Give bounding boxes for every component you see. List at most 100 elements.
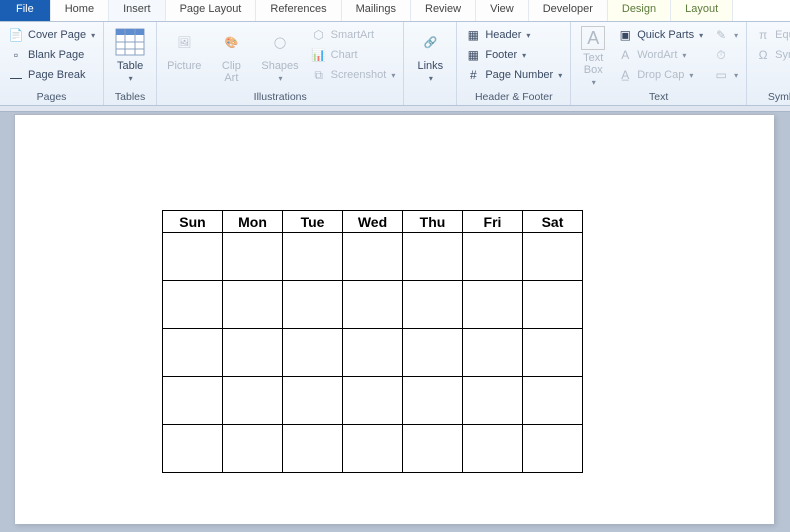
calendar-table[interactable]: Sun Mon Tue Wed Thu Fri Sat: [162, 210, 583, 473]
calendar-cell[interactable]: [163, 377, 223, 425]
calendar-cell[interactable]: [463, 329, 523, 377]
calendar-header-cell[interactable]: Fri: [463, 211, 523, 233]
dropdown-icon: ▾: [558, 71, 562, 80]
picture-button[interactable]: 🖼Picture: [163, 26, 205, 72]
group-pages: 📄Cover Page▾ ▫Blank Page ⎼Page Break Pag…: [0, 22, 104, 105]
symbol-button[interactable]: ΩSymbol▾: [753, 46, 790, 64]
document-page[interactable]: Sun Mon Tue Wed Thu Fri Sat: [14, 114, 774, 524]
calendar-cell[interactable]: [163, 329, 223, 377]
shapes-button[interactable]: ◯Shapes▾: [257, 26, 302, 83]
dropdown-icon: ▾: [279, 74, 283, 83]
group-symbols: πEquation ΩSymbol▾ Symbols: [747, 22, 790, 105]
calendar-cell[interactable]: [223, 377, 283, 425]
tab-home[interactable]: Home: [51, 0, 109, 21]
tab-layout[interactable]: Layout: [671, 0, 733, 21]
tab-view[interactable]: View: [476, 0, 529, 21]
calendar-cell[interactable]: [463, 281, 523, 329]
calendar-cell[interactable]: [223, 233, 283, 281]
ruler: [0, 106, 790, 112]
drop-cap-button[interactable]: A̲Drop Cap▾: [615, 66, 705, 84]
calendar-header-cell[interactable]: Sun: [163, 211, 223, 233]
calendar-cell[interactable]: [283, 233, 343, 281]
text-box-button[interactable]: AText Box▾: [577, 26, 609, 87]
calendar-cell[interactable]: [343, 425, 403, 473]
header-button[interactable]: ▦Header▾: [463, 26, 564, 44]
date-time-button[interactable]: ⏱: [711, 46, 740, 64]
wordart-button[interactable]: AWordArt▾: [615, 46, 705, 64]
symbol-icon: Ω: [755, 47, 771, 63]
calendar-header-cell[interactable]: Thu: [403, 211, 463, 233]
calendar-cell[interactable]: [343, 233, 403, 281]
tab-mailings[interactable]: Mailings: [342, 0, 411, 21]
group-symbols-label: Symbols: [753, 90, 790, 104]
tab-review[interactable]: Review: [411, 0, 476, 21]
object-button[interactable]: ▭▾: [711, 66, 740, 84]
calendar-cell[interactable]: [283, 281, 343, 329]
chart-button[interactable]: 📊Chart: [309, 46, 398, 64]
tab-insert[interactable]: Insert: [109, 0, 166, 21]
calendar-cell[interactable]: [523, 233, 583, 281]
tab-page-layout[interactable]: Page Layout: [166, 0, 257, 21]
calendar-cell[interactable]: [523, 425, 583, 473]
screenshot-button[interactable]: ⧉Screenshot▾: [309, 66, 398, 84]
calendar-header-cell[interactable]: Mon: [223, 211, 283, 233]
text-box-label: Text Box: [583, 52, 603, 76]
calendar-cell[interactable]: [403, 329, 463, 377]
calendar-cell[interactable]: [163, 425, 223, 473]
picture-label: Picture: [167, 60, 201, 72]
calendar-cell[interactable]: [403, 377, 463, 425]
table-label: Table: [117, 60, 143, 72]
calendar-cell[interactable]: [223, 329, 283, 377]
blank-page-button[interactable]: ▫Blank Page: [6, 46, 97, 64]
calendar-header-cell[interactable]: Sat: [523, 211, 583, 233]
equation-button[interactable]: πEquation: [753, 26, 790, 44]
calendar-cell[interactable]: [163, 281, 223, 329]
page-break-icon: ⎼: [8, 67, 24, 83]
ribbon-tabs: File Home Insert Page Layout References …: [0, 0, 790, 22]
calendar-cell[interactable]: [403, 233, 463, 281]
calendar-cell[interactable]: [223, 425, 283, 473]
clip-art-icon: 🎨: [215, 26, 247, 58]
table-button[interactable]: Table▾: [110, 26, 150, 83]
group-tables-label: Tables: [110, 90, 150, 104]
calendar-cell[interactable]: [283, 425, 343, 473]
tab-references[interactable]: References: [256, 0, 341, 21]
clip-art-button[interactable]: 🎨Clip Art: [211, 26, 251, 84]
calendar-header-cell[interactable]: Wed: [343, 211, 403, 233]
links-button[interactable]: 🔗Links▾: [410, 26, 450, 83]
calendar-cell[interactable]: [283, 329, 343, 377]
dropdown-icon: ▾: [429, 74, 433, 83]
table-icon: [114, 26, 146, 58]
footer-button[interactable]: ▦Footer▾: [463, 46, 564, 64]
calendar-cell[interactable]: [223, 281, 283, 329]
calendar-cell[interactable]: [343, 377, 403, 425]
page-number-button[interactable]: #Page Number▾: [463, 66, 564, 84]
calendar-cell[interactable]: [523, 281, 583, 329]
calendar-cell[interactable]: [523, 377, 583, 425]
quick-parts-button[interactable]: ▣Quick Parts▾: [615, 26, 705, 44]
smartart-button[interactable]: ⬡SmartArt: [309, 26, 398, 44]
calendar-header-cell[interactable]: Tue: [283, 211, 343, 233]
calendar-cell[interactable]: [403, 281, 463, 329]
tab-developer[interactable]: Developer: [529, 0, 608, 21]
calendar-cell[interactable]: [523, 329, 583, 377]
calendar-cell[interactable]: [283, 377, 343, 425]
group-header-footer-label: Header & Footer: [463, 90, 564, 104]
page-number-label: Page Number: [485, 69, 553, 81]
screenshot-icon: ⧉: [311, 67, 327, 83]
header-icon: ▦: [465, 27, 481, 43]
calendar-cell[interactable]: [343, 281, 403, 329]
tab-file[interactable]: File: [0, 0, 51, 21]
wordart-label: WordArt: [637, 49, 677, 61]
tab-design[interactable]: Design: [608, 0, 671, 21]
calendar-cell[interactable]: [343, 329, 403, 377]
calendar-cell[interactable]: [403, 425, 463, 473]
page-break-button[interactable]: ⎼Page Break: [6, 66, 97, 84]
calendar-cell[interactable]: [463, 425, 523, 473]
calendar-cell[interactable]: [163, 233, 223, 281]
dropdown-icon: ▾: [682, 51, 686, 60]
calendar-cell[interactable]: [463, 377, 523, 425]
calendar-cell[interactable]: [463, 233, 523, 281]
signature-line-button[interactable]: ✎▾: [711, 26, 740, 44]
cover-page-button[interactable]: 📄Cover Page▾: [6, 26, 97, 44]
